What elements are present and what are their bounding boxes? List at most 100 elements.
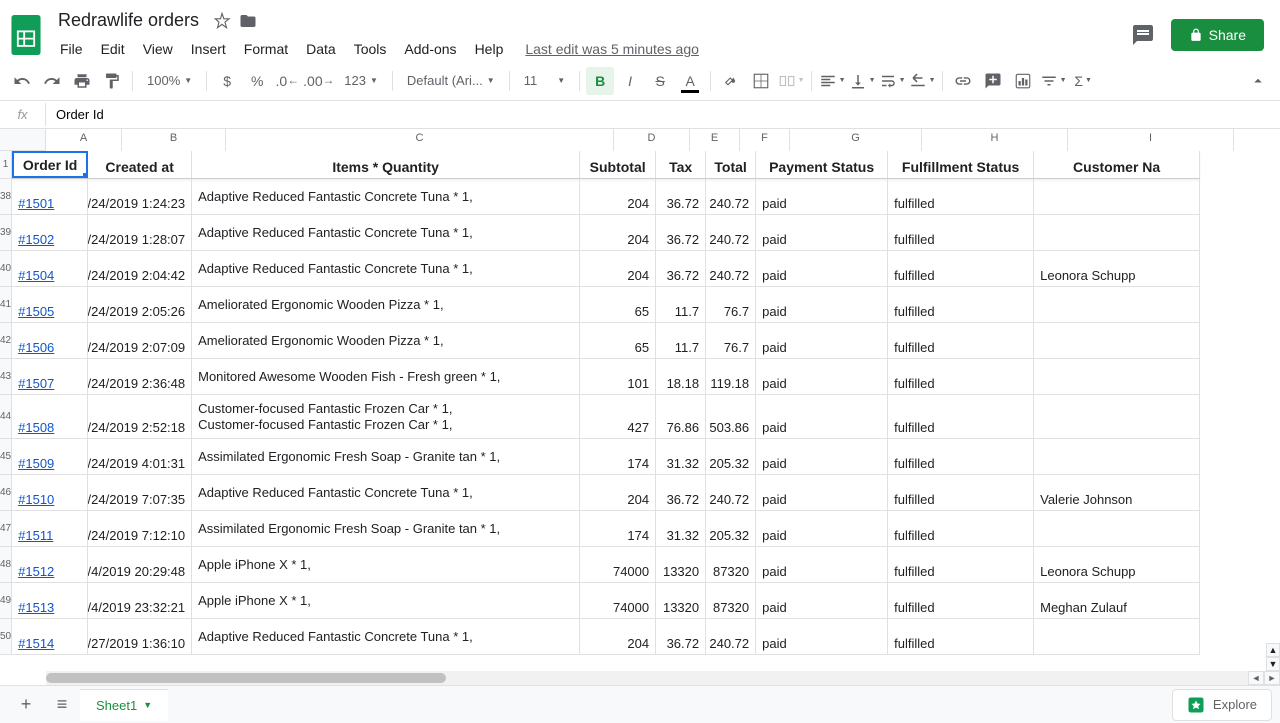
print-button[interactable] <box>68 67 96 95</box>
cell[interactable]: fulfilled <box>888 439 1034 474</box>
vertical-align-button[interactable]: ▼ <box>848 67 876 95</box>
cell[interactable]: 1/24/2019 2:07:09 <box>88 323 192 358</box>
text-rotation-button[interactable]: ▼ <box>908 67 936 95</box>
header-cell[interactable]: Items * Quantity <box>192 151 580 178</box>
insert-link-button[interactable] <box>949 67 977 95</box>
cell[interactable]: 205.32 <box>706 439 756 474</box>
fx-label[interactable]: fx <box>0 103 46 126</box>
cell[interactable]: 240.72 <box>706 619 756 654</box>
insert-comment-button[interactable] <box>979 67 1007 95</box>
row-header[interactable]: 50 <box>0 619 12 655</box>
cell[interactable]: 1/24/2019 1:24:23 <box>88 179 192 214</box>
strikethrough-button[interactable]: S <box>646 67 674 95</box>
cell[interactable]: 101 <box>580 359 656 394</box>
functions-button[interactable]: Σ▼ <box>1069 67 1097 95</box>
cell[interactable]: paid <box>756 511 888 546</box>
cell[interactable]: 119.18 <box>706 359 756 394</box>
percent-button[interactable]: % <box>243 67 271 95</box>
row-header[interactable]: 43 <box>0 359 12 395</box>
explore-button[interactable]: Explore <box>1172 689 1272 721</box>
cell[interactable]: 65 <box>580 323 656 358</box>
undo-button[interactable] <box>8 67 36 95</box>
cell[interactable]: Adaptive Reduced Fantastic Concrete Tuna… <box>192 215 580 250</box>
cell[interactable]: 65 <box>580 287 656 322</box>
cell[interactable]: 204 <box>580 251 656 286</box>
cell[interactable]: 240.72 <box>706 215 756 250</box>
row-header[interactable]: 41 <box>0 287 12 323</box>
cell[interactable]: 204 <box>580 475 656 510</box>
italic-button[interactable]: I <box>616 67 644 95</box>
row-header[interactable]: 49 <box>0 583 12 619</box>
cell[interactable]: Assimilated Ergonomic Fresh Soap - Grani… <box>192 439 580 474</box>
cell[interactable]: paid <box>756 323 888 358</box>
menu-insert[interactable]: Insert <box>183 37 234 61</box>
cell[interactable]: 11.7 <box>656 323 706 358</box>
cell[interactable]: #1510 <box>12 475 88 510</box>
bold-button[interactable]: B <box>586 67 614 95</box>
cell[interactable]: fulfilled <box>888 251 1034 286</box>
scroll-left-button[interactable]: ◄ <box>1248 671 1264 685</box>
header-cell[interactable]: Total <box>706 151 756 178</box>
menu-help[interactable]: Help <box>467 37 512 61</box>
cell[interactable]: 1/24/2019 2:05:26 <box>88 287 192 322</box>
cell[interactable]: Apple iPhone X * 1, <box>192 583 580 618</box>
cell[interactable]: paid <box>756 475 888 510</box>
cell[interactable]: #1509 <box>12 439 88 474</box>
text-color-button[interactable]: A <box>676 67 704 95</box>
cell[interactable]: #1511 <box>12 511 88 546</box>
col-header-H[interactable]: H <box>922 129 1068 151</box>
cell[interactable]: fulfilled <box>888 287 1034 322</box>
insert-chart-button[interactable] <box>1009 67 1037 95</box>
cell[interactable]: paid <box>756 251 888 286</box>
row-header[interactable]: 44 <box>0 395 12 439</box>
cell[interactable] <box>1034 179 1200 214</box>
cell[interactable] <box>1034 215 1200 250</box>
cell[interactable]: 503.86 <box>706 395 756 438</box>
currency-button[interactable]: $ <box>213 67 241 95</box>
cell[interactable]: Adaptive Reduced Fantastic Concrete Tuna… <box>192 251 580 286</box>
sheets-app-icon[interactable] <box>8 11 44 59</box>
header-cell[interactable]: Payment Status <box>756 151 888 178</box>
menu-add-ons[interactable]: Add-ons <box>396 37 464 61</box>
row-header[interactable]: 46 <box>0 475 12 511</box>
row-header[interactable]: 40 <box>0 251 12 287</box>
col-header-B[interactable]: B <box>122 129 226 151</box>
cell[interactable]: Leonora Schupp <box>1034 251 1200 286</box>
cell[interactable]: 1/24/2019 7:12:10 <box>88 511 192 546</box>
col-header-D[interactable]: D <box>614 129 690 151</box>
scroll-right-button[interactable]: ► <box>1264 671 1280 685</box>
cell[interactable]: Monitored Awesome Wooden Fish - Fresh gr… <box>192 359 580 394</box>
col-header-A[interactable]: A <box>46 129 122 151</box>
formula-input[interactable] <box>46 103 1280 126</box>
cell[interactable]: 87320 <box>706 583 756 618</box>
cell[interactable]: fulfilled <box>888 359 1034 394</box>
cell[interactable] <box>1034 619 1200 654</box>
comment-icon[interactable] <box>1131 23 1155 47</box>
all-sheets-button[interactable]: ≡ <box>44 690 80 720</box>
cell[interactable]: fulfilled <box>888 475 1034 510</box>
col-header-C[interactable]: C <box>226 129 614 151</box>
borders-button[interactable] <box>747 67 775 95</box>
cell[interactable]: 76.86 <box>656 395 706 438</box>
cell[interactable]: 174 <box>580 511 656 546</box>
folder-icon[interactable] <box>239 12 257 30</box>
cell[interactable]: 205.32 <box>706 511 756 546</box>
cell[interactable]: 3/27/2019 1:36:10 <box>88 619 192 654</box>
cell[interactable]: 31.32 <box>656 439 706 474</box>
col-header-E[interactable]: E <box>690 129 740 151</box>
cell[interactable]: 204 <box>580 215 656 250</box>
cell[interactable]: #1502 <box>12 215 88 250</box>
cell[interactable]: #1506 <box>12 323 88 358</box>
cell[interactable]: 13320 <box>656 583 706 618</box>
horizontal-scrollbar[interactable] <box>46 671 1260 685</box>
cell[interactable]: 74000 <box>580 547 656 582</box>
cell[interactable]: #1508 <box>12 395 88 438</box>
row-header-1[interactable]: 1 <box>0 151 12 179</box>
cell[interactable]: paid <box>756 547 888 582</box>
sheet-tab-1[interactable]: Sheet1▼ <box>80 689 168 721</box>
header-cell[interactable]: Tax <box>656 151 706 178</box>
cell[interactable]: 74000 <box>580 583 656 618</box>
last-edit-link[interactable]: Last edit was 5 minutes ago <box>525 41 699 57</box>
cell[interactable] <box>1034 359 1200 394</box>
cell[interactable]: 1/24/2019 1:28:07 <box>88 215 192 250</box>
